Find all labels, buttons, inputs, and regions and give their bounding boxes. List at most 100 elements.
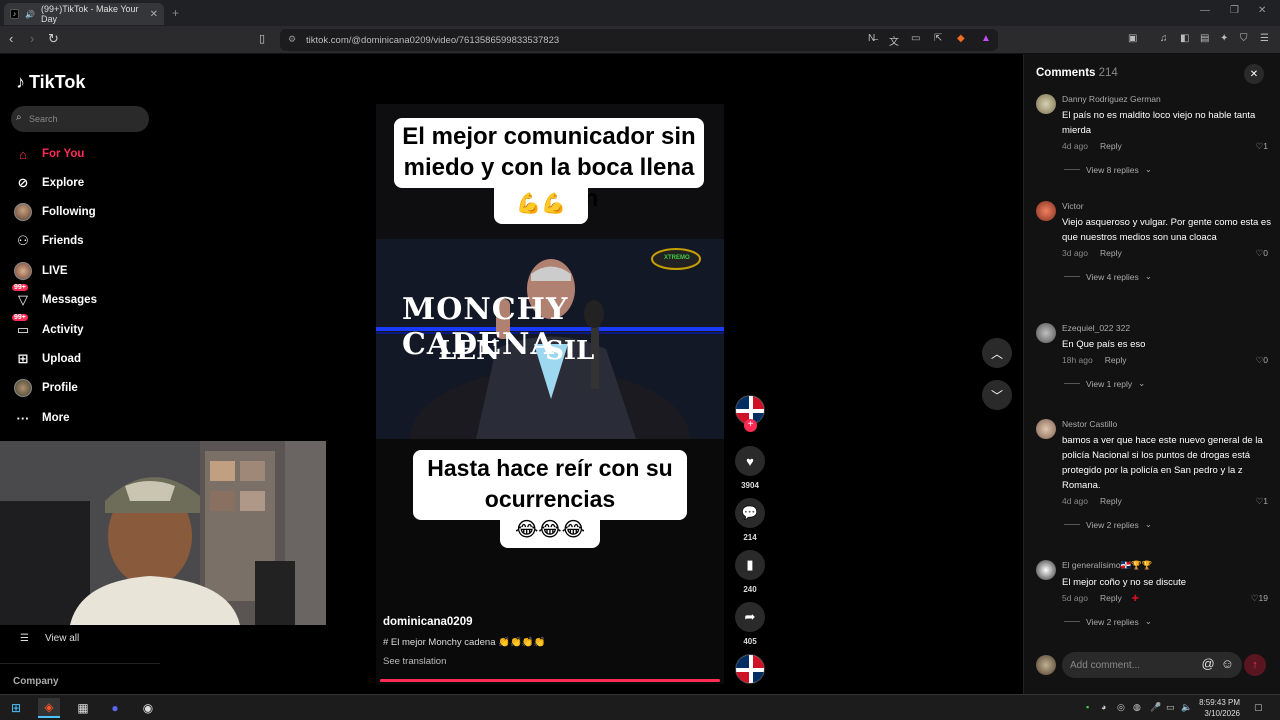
brave-rewards-icon[interactable]: ▲: [981, 33, 991, 44]
sidebar-item-upload[interactable]: ⊞ Upload: [14, 349, 81, 369]
company-link[interactable]: Company: [13, 676, 59, 687]
tracking-off-icon[interactable]: N̶: [868, 33, 875, 44]
site-info-icon[interactable]: ⚙: [288, 34, 296, 45]
post-comment-button[interactable]: ↑: [1244, 654, 1266, 676]
tiktok-logo[interactable]: ♪ TikTok: [16, 72, 85, 93]
discord-icon[interactable]: ●: [104, 698, 126, 718]
sidebar-item-more[interactable]: ··· More: [14, 408, 70, 428]
webcam-overlay: [0, 441, 326, 625]
sidebar-item-messages[interactable]: ▽ 99+ Messages: [12, 284, 97, 310]
tray-steam-icon[interactable]: ◍: [1133, 702, 1141, 713]
cast-icon[interactable]: ▭: [911, 33, 920, 44]
avatar[interactable]: [1036, 560, 1056, 580]
comment-button[interactable]: 💬 214: [735, 498, 765, 542]
notifications-icon[interactable]: ▢: [1254, 702, 1263, 713]
search-input[interactable]: ⌕ Search: [11, 106, 149, 132]
obs-icon[interactable]: ◉: [137, 698, 159, 718]
sidebar-item-for-you[interactable]: ⌂ For You: [14, 144, 84, 164]
previous-video-button[interactable]: ︿: [982, 338, 1012, 368]
maximize-icon[interactable]: ❐: [1230, 5, 1239, 16]
browser-tab[interactable]: ♪ 🔊 (99+)TikTok - Make Your Day ✕: [4, 3, 164, 25]
comment-author[interactable]: Victor: [1062, 201, 1272, 211]
view-replies-button[interactable]: View 4 replies ⌄: [1062, 271, 1272, 282]
save-button[interactable]: ▮ 240: [735, 550, 765, 594]
comment-like-button[interactable]: ♡19: [1251, 593, 1268, 604]
reply-button[interactable]: Reply: [1100, 248, 1122, 258]
view-replies-button[interactable]: View 2 replies ⌄: [1062, 519, 1272, 530]
reload-icon[interactable]: ↻: [48, 32, 59, 46]
network-icon[interactable]: ▭: [1166, 702, 1175, 713]
video-progress-bar[interactable]: [380, 679, 720, 682]
add-comment-input[interactable]: Add comment... @ ☺: [1062, 652, 1242, 678]
reply-button[interactable]: Reply: [1100, 496, 1122, 506]
tab-close-icon[interactable]: ✕: [150, 9, 158, 20]
view-all-following[interactable]: ☰ View all: [20, 633, 79, 644]
sidebar-item-following[interactable]: Following: [14, 202, 96, 222]
share-button[interactable]: ➦ 405: [735, 602, 765, 646]
avatar[interactable]: [1036, 201, 1056, 221]
avatar[interactable]: [1036, 94, 1056, 114]
system-clock[interactable]: 8:59:43 PM 3/10/2026: [1196, 697, 1240, 719]
vpn-icon[interactable]: ⛉: [1240, 33, 1248, 44]
reply-button[interactable]: Reply: [1100, 141, 1122, 151]
close-comments-button[interactable]: ✕: [1244, 64, 1264, 84]
avatar[interactable]: [1036, 323, 1056, 343]
comment-author[interactable]: Nestor Castillo: [1062, 419, 1272, 429]
sidebar-item-friends[interactable]: ⚇ Friends: [14, 231, 83, 251]
avatar[interactable]: [1036, 419, 1056, 439]
follow-plus-icon[interactable]: +: [744, 419, 757, 432]
avatar: [1036, 655, 1056, 675]
microphone-icon[interactable]: 🎤: [1150, 702, 1161, 713]
view-replies-button[interactable]: View 2 replies ⌄: [1062, 616, 1272, 627]
volume-icon[interactable]: 🔈: [1181, 702, 1192, 713]
windows-start-icon[interactable]: ⊞: [5, 698, 27, 718]
sidebar-item-activity[interactable]: ▭ 99+ Activity: [12, 314, 84, 340]
sidebar-toggle-icon[interactable]: ◧: [1180, 33, 1189, 44]
tray-obs-icon[interactable]: ◎: [1117, 702, 1125, 713]
minimize-icon[interactable]: —: [1200, 5, 1210, 16]
sidebar-divider: [0, 663, 160, 664]
comment-like-button[interactable]: ♡0: [1256, 248, 1268, 259]
sound-avatar-button[interactable]: [735, 654, 765, 684]
view-replies-button[interactable]: View 8 replies ⌄: [1062, 164, 1272, 175]
comment-author[interactable]: Danny Rodriguez German: [1062, 94, 1272, 104]
reader-icon[interactable]: ▣: [1128, 33, 1137, 44]
compass-icon: ⊘: [17, 175, 29, 190]
forward-icon[interactable]: ›: [30, 32, 34, 46]
view-replies-button[interactable]: View 1 reply ⌄: [1062, 378, 1272, 389]
leo-ai-icon[interactable]: ✦: [1220, 33, 1228, 44]
comment-like-button[interactable]: ♡1: [1256, 141, 1268, 152]
menu-icon[interactable]: ☰: [1260, 33, 1269, 44]
reply-button[interactable]: Reply: [1100, 593, 1122, 603]
comment-like-button[interactable]: ♡1: [1256, 496, 1268, 507]
music-icon[interactable]: ♫: [1160, 33, 1168, 44]
brave-shields-icon[interactable]: ◆: [957, 33, 965, 44]
window-close-icon[interactable]: ✕: [1258, 5, 1266, 16]
tray-discord-icon[interactable]: ◕: [1101, 702, 1106, 712]
emoji-icon[interactable]: ☺: [1221, 656, 1234, 671]
brave-browser-icon[interactable]: ◈: [38, 698, 60, 718]
sidebar-item-live[interactable]: LIVE: [14, 261, 68, 281]
next-video-button[interactable]: ﹀: [982, 380, 1012, 410]
wallet-icon[interactable]: ▤: [1200, 33, 1209, 44]
comment-author[interactable]: Ezequiel_022 322: [1062, 323, 1272, 333]
video-player[interactable]: El mejor comunicador sin miedo y con la …: [376, 104, 724, 684]
tray-app-icon[interactable]: ▪: [1086, 702, 1089, 712]
dominican-flag-disc: [735, 654, 765, 684]
mention-icon[interactable]: @: [1202, 656, 1215, 671]
comment-like-button[interactable]: ♡0: [1256, 355, 1268, 366]
comment-author[interactable]: El generalísimo🇩🇴🏆🏆: [1062, 560, 1272, 571]
sidebar-item-explore[interactable]: ⊘ Explore: [14, 173, 85, 193]
new-tab-button[interactable]: +: [172, 6, 179, 20]
like-button[interactable]: ♥ 3904: [735, 446, 765, 490]
see-translation-link[interactable]: See translation: [383, 656, 723, 667]
reply-button[interactable]: Reply: [1105, 355, 1127, 365]
bookmark-icon[interactable]: ▯: [259, 32, 265, 46]
video-author[interactable]: dominicana0209: [383, 616, 723, 628]
translate-icon[interactable]: 文: [889, 33, 899, 48]
creator-avatar-button[interactable]: +: [735, 395, 765, 432]
file-explorer-icon[interactable]: ▦: [72, 698, 94, 718]
share-icon[interactable]: ⇱: [934, 33, 942, 44]
back-icon[interactable]: ‹: [9, 32, 13, 46]
sidebar-item-profile[interactable]: Profile: [14, 378, 78, 398]
